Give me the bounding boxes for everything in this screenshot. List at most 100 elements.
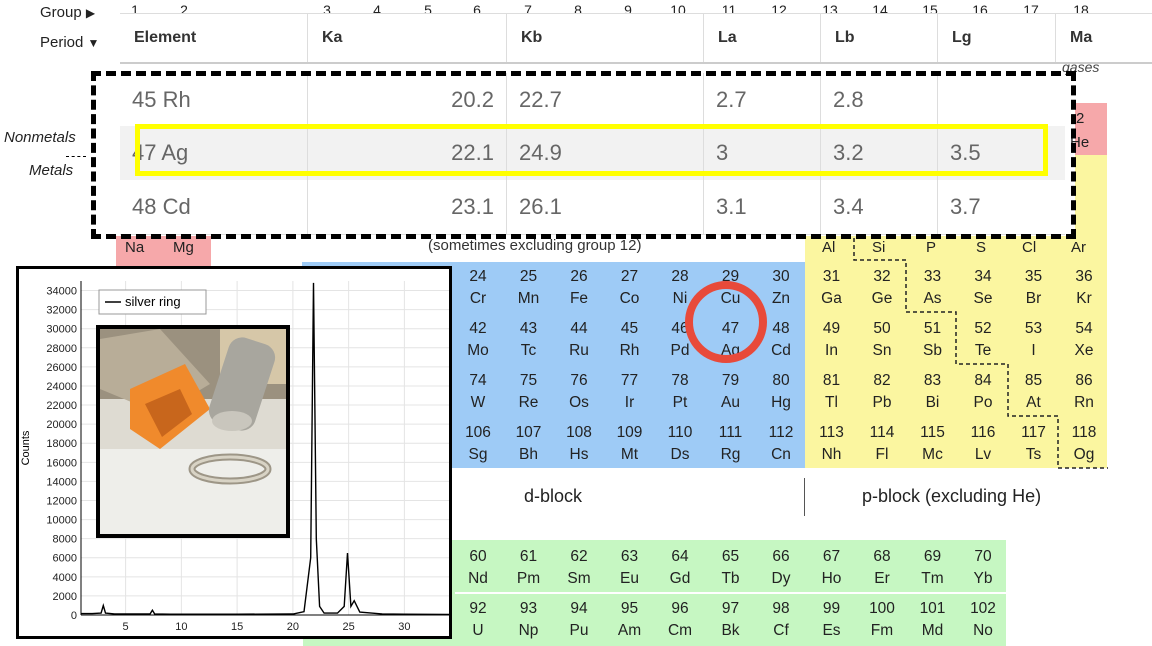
element-cell-cr[interactable]: 24 Cr bbox=[453, 262, 503, 312]
element-cell-bh[interactable]: 107 Bh bbox=[504, 418, 554, 468]
he-number: 2 bbox=[1076, 110, 1085, 127]
atomic-number: 113 bbox=[819, 424, 844, 441]
element-cell-bk[interactable]: 97 Bk bbox=[706, 594, 756, 644]
element-cell-er[interactable]: 68 Er bbox=[857, 542, 907, 592]
element-cell-au[interactable]: 79 Au bbox=[706, 366, 756, 416]
y-tick-label: 14000 bbox=[46, 476, 77, 488]
xray-table-header: Element Ka Kb La Lb Lg Ma bbox=[120, 13, 1152, 64]
element-cell-ru[interactable]: 44 Ru bbox=[554, 314, 604, 364]
element-cell-fm[interactable]: 100 Fm bbox=[857, 594, 907, 644]
element-cell-pu[interactable]: 94 Pu bbox=[554, 594, 604, 644]
element-symbol: Cn bbox=[771, 446, 791, 463]
element-cell-ir[interactable]: 77 Ir bbox=[605, 366, 655, 416]
element-cell-tc[interactable]: 43 Tc bbox=[504, 314, 554, 364]
element-cell-mt[interactable]: 109 Mt bbox=[605, 418, 655, 468]
header-ka[interactable]: Ka bbox=[308, 14, 507, 62]
element-symbol: Cr bbox=[469, 290, 487, 307]
y-tick-label: 10000 bbox=[46, 515, 77, 527]
x-tick-label: 10 bbox=[175, 621, 187, 633]
element-symbol: Nh bbox=[821, 446, 842, 463]
atomic-number: 98 bbox=[772, 600, 790, 617]
element-cell-rh[interactable]: 45 Rh bbox=[605, 314, 655, 364]
element-cell-yb[interactable]: 70 Yb bbox=[958, 542, 1008, 592]
element-cell-tl[interactable]: 81 Tl bbox=[807, 366, 857, 416]
period-arrow-icon: ▼ bbox=[87, 36, 100, 50]
header-kb[interactable]: Kb bbox=[507, 14, 704, 62]
element-cell-pt[interactable]: 78 Pt bbox=[655, 366, 705, 416]
silver-element-circle bbox=[685, 281, 767, 363]
element-cell-hs[interactable]: 108 Hs bbox=[554, 418, 604, 468]
element-cell-sm[interactable]: 62 Sm bbox=[554, 542, 604, 592]
element-cell-w[interactable]: 74 W bbox=[453, 366, 503, 416]
element-cell-ga[interactable]: 31 Ga bbox=[807, 262, 857, 312]
element-cell-sg[interactable]: 106 Sg bbox=[453, 418, 503, 468]
atomic-number: 44 bbox=[570, 320, 588, 337]
element-cell-nh[interactable]: 113 Nh bbox=[807, 418, 857, 468]
silver-row-highlight bbox=[135, 124, 1048, 176]
y-tick-label: 32000 bbox=[46, 305, 77, 317]
element-cell-os[interactable]: 76 Os bbox=[554, 366, 604, 416]
element-cell-gd[interactable]: 64 Gd bbox=[655, 542, 705, 592]
element-symbol: Cd bbox=[771, 342, 791, 359]
group-label[interactable]: Group ▶ bbox=[40, 4, 95, 21]
element-cell-eu[interactable]: 63 Eu bbox=[605, 542, 655, 592]
element-cell-cm[interactable]: 96 Cm bbox=[655, 594, 705, 644]
noble-gas-band bbox=[1075, 155, 1107, 237]
element-cell-md[interactable]: 101 Md bbox=[908, 594, 958, 644]
element-cell-ds[interactable]: 110 Ds bbox=[655, 418, 705, 468]
element-cell-tm[interactable]: 69 Tm bbox=[908, 542, 958, 592]
header-element[interactable]: Element bbox=[120, 14, 308, 62]
element-cell-dy[interactable]: 66 Dy bbox=[756, 542, 806, 592]
element-cell-np[interactable]: 93 Np bbox=[504, 594, 554, 644]
period-label[interactable]: Period ▼ bbox=[40, 34, 99, 51]
element-cell-co[interactable]: 27 Co bbox=[605, 262, 655, 312]
header-la[interactable]: La bbox=[704, 14, 821, 62]
element-symbol: Ga bbox=[821, 290, 842, 307]
atomic-number: 65 bbox=[721, 548, 740, 565]
element-symbol: Co bbox=[619, 290, 640, 307]
x-tick-label: 20 bbox=[287, 621, 299, 633]
element-symbol: Re bbox=[518, 394, 539, 411]
element-cell-cf[interactable]: 98 Cf bbox=[756, 594, 806, 644]
element-cell-cn[interactable]: 112 Cn bbox=[756, 418, 806, 468]
y-tick-label: 28000 bbox=[46, 343, 77, 355]
element-cell-hg[interactable]: 80 Hg bbox=[756, 366, 806, 416]
element-cell-es[interactable]: 99 Es bbox=[807, 594, 857, 644]
element-cell-mn[interactable]: 25 Mn bbox=[504, 262, 554, 312]
element-symbol: Bk bbox=[721, 622, 740, 639]
element-cell-rg[interactable]: 111 Rg bbox=[706, 418, 756, 468]
header-lg[interactable]: Lg bbox=[938, 14, 1056, 62]
header-ma[interactable]: Ma bbox=[1056, 14, 1152, 62]
header-lb[interactable]: Lb bbox=[821, 14, 938, 62]
atomic-number: 25 bbox=[519, 268, 538, 285]
element-cell-no[interactable]: 102 No bbox=[958, 594, 1008, 644]
atomic-number: 96 bbox=[671, 600, 689, 617]
nonmetals-label: Nonmetals bbox=[4, 129, 76, 146]
atomic-number: 107 bbox=[515, 424, 542, 441]
element-cell-in[interactable]: 49 In bbox=[807, 314, 857, 364]
element-symbol: Fm bbox=[870, 622, 894, 639]
element-cell-am[interactable]: 95 Am bbox=[605, 594, 655, 644]
element-symbol: Tc bbox=[520, 342, 537, 359]
element-cell-u[interactable]: 92 U bbox=[453, 594, 503, 644]
atomic-number: 77 bbox=[620, 372, 639, 389]
element-symbol: Nd bbox=[468, 570, 488, 587]
y-tick-label: 20000 bbox=[46, 419, 77, 431]
element-symbol: No bbox=[973, 622, 993, 639]
element-cell-mo[interactable]: 42 Mo bbox=[453, 314, 503, 364]
y-tick-label: 30000 bbox=[46, 324, 77, 336]
element-symbol: Tl bbox=[825, 394, 838, 411]
y-tick-label: 24000 bbox=[46, 381, 77, 393]
element-symbol: W bbox=[470, 394, 486, 411]
element-cell-re[interactable]: 75 Re bbox=[504, 366, 554, 416]
atomic-number: 81 bbox=[822, 372, 841, 389]
element-cell-ho[interactable]: 67 Ho bbox=[807, 542, 857, 592]
element-cell-fe[interactable]: 26 Fe bbox=[554, 262, 604, 312]
atomic-number: 60 bbox=[469, 548, 487, 565]
element-cell-tb[interactable]: 65 Tb bbox=[706, 542, 756, 592]
element-symbol: Er bbox=[874, 570, 890, 587]
element-cell-nd[interactable]: 60 Nd bbox=[453, 542, 503, 592]
atomic-number: 63 bbox=[620, 548, 639, 565]
legend-label: silver ring bbox=[125, 294, 181, 309]
element-cell-pm[interactable]: 61 Pm bbox=[504, 542, 554, 592]
